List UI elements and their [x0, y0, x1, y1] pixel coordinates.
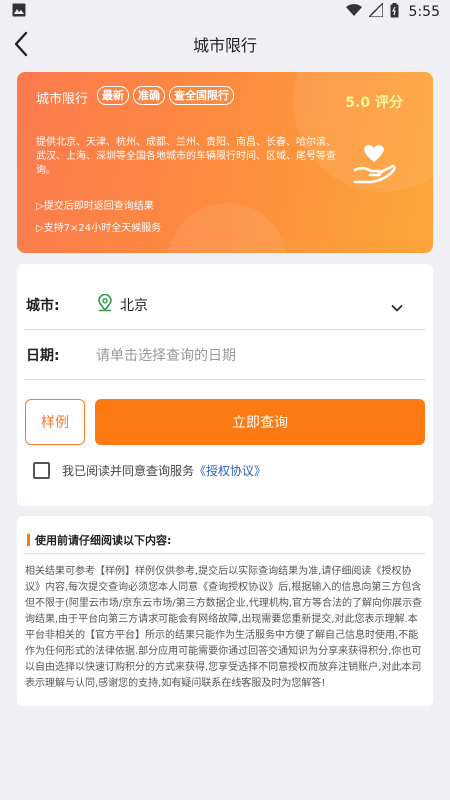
city-label: 城市:: [26, 297, 60, 314]
banner-feature: ▷提交后即时返回查询结果: [36, 201, 154, 212]
nav-bar: 城市限行: [0, 24, 450, 64]
notice-card: 使用前请仔细阅读以下内容: 相关结果可参考【样例】样例仅供参考,提交后以实际查询…: [17, 516, 433, 706]
clock: 5:55: [408, 4, 440, 20]
chip-latest: 最新: [97, 86, 129, 105]
query-form-card: 城市: 北京 日期: 请单击选择查询的日期 样例 立即查询 我已阅读并同意查询服…: [17, 264, 433, 506]
banner-title: 城市限行: [36, 92, 89, 107]
notice-accent-bar: [27, 533, 30, 546]
date-label: 日期:: [26, 347, 60, 364]
back-button[interactable]: [8, 30, 34, 58]
heart-hand-icon: [349, 140, 399, 190]
agreement-row: 我已阅读并同意查询服务 《授权协议》: [33, 462, 266, 479]
chevron-down-icon[interactable]: [391, 297, 403, 316]
city-field[interactable]: 城市: 北京: [24, 280, 425, 330]
agreement-link[interactable]: 《授权协议》: [194, 462, 266, 479]
agreement-checkbox[interactable]: [33, 462, 50, 479]
sample-button[interactable]: 样例: [25, 399, 85, 445]
image-notification-icon: [12, 3, 26, 21]
notice-title: 使用前请仔细阅读以下内容:: [35, 533, 172, 547]
date-field[interactable]: 日期: 请单击选择查询的日期: [24, 330, 425, 380]
status-bar: 5:55: [0, 0, 450, 24]
location-pin-icon: [96, 293, 114, 316]
city-value: 北京: [120, 297, 148, 314]
service-banner: 城市限行 最新 准确 查全国限行 5.0 评分 提供北京、天津、杭州、成都、兰州…: [17, 72, 433, 253]
chip-nationwide: 查全国限行: [169, 86, 234, 105]
notice-body: 相关结果可参考【样例】样例仅供参考,提交后以实际查询结果为准,请仔细阅读《授权协…: [25, 566, 422, 689]
battery-icon: [390, 2, 399, 22]
back-arrow-icon: [14, 31, 28, 57]
wifi-icon: [345, 3, 362, 21]
chip-accurate: 准确: [133, 86, 165, 105]
banner-description: 提供北京、天津、杭州、成都、兰州、贵阳、南昌、长春、哈尔滨、武汉、上海、深圳等全…: [36, 137, 336, 176]
banner-feature: ▷支持7×24小时全天候服务: [36, 223, 162, 234]
page-title: 城市限行: [192, 36, 257, 55]
query-button[interactable]: 立即查询: [95, 399, 425, 445]
rating-text: 5.0 评分: [345, 95, 403, 111]
banner-decoration: [167, 203, 287, 253]
banner-chips: 最新 准确 查全国限行: [97, 86, 234, 105]
date-placeholder: 请单击选择查询的日期: [96, 347, 236, 364]
notice-header: 使用前请仔细阅读以下内容:: [24, 526, 425, 554]
signal-icon: [366, 1, 384, 21]
agreement-text: 我已阅读并同意查询服务: [62, 464, 195, 478]
